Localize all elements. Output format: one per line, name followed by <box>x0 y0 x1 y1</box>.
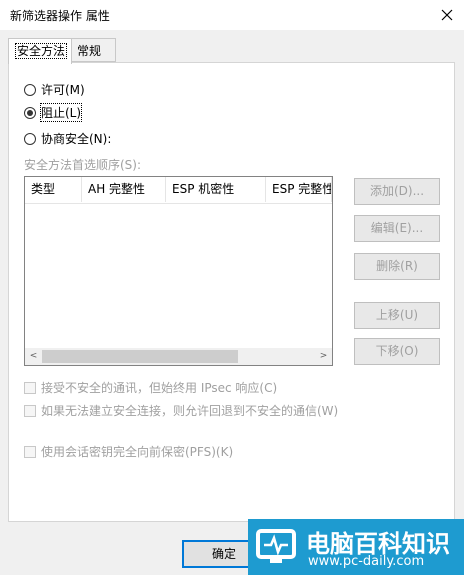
checkbox-box <box>24 381 36 394</box>
checkbox-box <box>24 404 36 417</box>
methods-order-label: 安全方法首选顺序(S): <box>24 158 142 172</box>
security-methods-list[interactable]: 类型 AH 完整性 ESP 机密性 ESP 完整性 < > <box>24 176 333 366</box>
scroll-right-icon[interactable]: > <box>315 348 332 365</box>
column-header-ah-integrity[interactable]: AH 完整性 <box>82 177 166 202</box>
move-down-button[interactable]: 下移(O) <box>354 338 440 365</box>
close-button[interactable] <box>430 0 464 30</box>
checkbox-label: 使用会话密钥完全向前保密(PFS)(K) <box>41 445 234 459</box>
radio-circle-checked <box>24 106 36 119</box>
title-bar: 新筛选器操作 属性 <box>0 0 464 30</box>
radio-permit[interactable]: 许可(M) <box>24 81 85 98</box>
scroll-thumb[interactable] <box>42 350 238 363</box>
add-button[interactable]: 添加(D)... <box>354 178 440 205</box>
watermark-banner: 电脑百科知识 www.pc-daily.com <box>248 519 464 575</box>
tab-label: 安全方法 <box>15 43 68 59</box>
checkbox-allow-fallback[interactable]: 如果无法建立安全连接，则允许回退到不安全的通信(W) <box>24 402 338 419</box>
radio-circle <box>24 132 36 145</box>
radio-label: 协商安全(N): <box>41 132 112 146</box>
radio-label: 阻止(L) <box>39 103 83 122</box>
window-title: 新筛选器操作 属性 <box>10 9 110 23</box>
checkbox-label: 如果无法建立安全连接，则允许回退到不安全的通信(W) <box>41 404 339 418</box>
scroll-left-icon[interactable]: < <box>25 348 42 365</box>
radio-negotiate[interactable]: 协商安全(N): <box>24 130 111 147</box>
properties-dialog: 新筛选器操作 属性 安全方法 常规 许可(M) 阻止(L) 协商安全(N): 安… <box>0 0 464 575</box>
horizontal-scrollbar[interactable]: < > <box>25 348 332 365</box>
tab-general[interactable]: 常规 <box>70 38 116 62</box>
close-icon <box>441 9 453 21</box>
column-header-esp-integrity[interactable]: ESP 完整性 <box>266 177 332 202</box>
monitor-pulse-icon <box>256 529 296 563</box>
radio-block[interactable]: 阻止(L) <box>24 103 83 122</box>
checkbox-label: 接受不安全的通讯，但始终用 IPsec 响应(C) <box>41 381 278 395</box>
radio-label: 许可(M) <box>41 83 85 97</box>
list-header: 类型 AH 完整性 ESP 机密性 ESP 完整性 <box>25 177 332 204</box>
tab-security-methods[interactable]: 安全方法 <box>8 38 72 64</box>
column-header-esp-confidentiality[interactable]: ESP 机密性 <box>166 177 266 202</box>
tab-label: 常规 <box>77 44 102 58</box>
column-header-type[interactable]: 类型 <box>25 177 82 202</box>
radio-circle <box>24 83 36 96</box>
watermark-url: www.pc-daily.com <box>308 554 425 569</box>
delete-button[interactable]: 删除(R) <box>354 253 440 280</box>
checkbox-pfs[interactable]: 使用会话密钥完全向前保密(PFS)(K) <box>24 443 233 460</box>
checkbox-accept-unsecured[interactable]: 接受不安全的通讯，但始终用 IPsec 响应(C) <box>24 379 277 396</box>
edit-button[interactable]: 编辑(E)... <box>354 215 440 242</box>
move-up-button[interactable]: 上移(U) <box>354 302 440 329</box>
checkbox-box <box>24 445 36 458</box>
